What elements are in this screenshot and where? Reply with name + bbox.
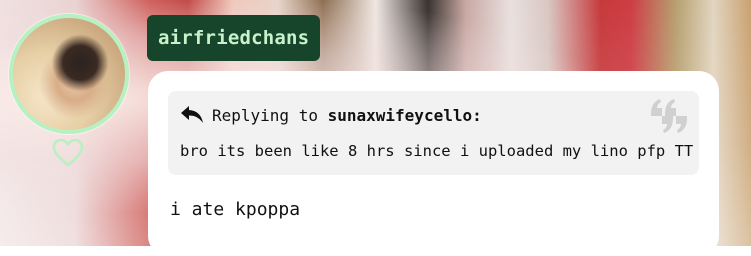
reply-box[interactable] <box>168 91 699 175</box>
username-badge[interactable]: airfriedchans <box>147 15 321 61</box>
reply-header: Replying to sunaxwifeycello: <box>212 106 482 125</box>
quoted-message: bro its been like 8 hrs since i uploaded… <box>180 142 694 160</box>
message-text: i ate kpoppa <box>170 199 301 220</box>
heart-icon[interactable] <box>52 138 84 168</box>
reply-to-username[interactable]: sunaxwifeycello: <box>328 106 482 125</box>
reply-prefix: Replying to <box>212 106 318 125</box>
quote-icon <box>651 99 687 133</box>
avatar[interactable] <box>9 14 129 134</box>
reply-arrow-icon <box>181 106 203 123</box>
